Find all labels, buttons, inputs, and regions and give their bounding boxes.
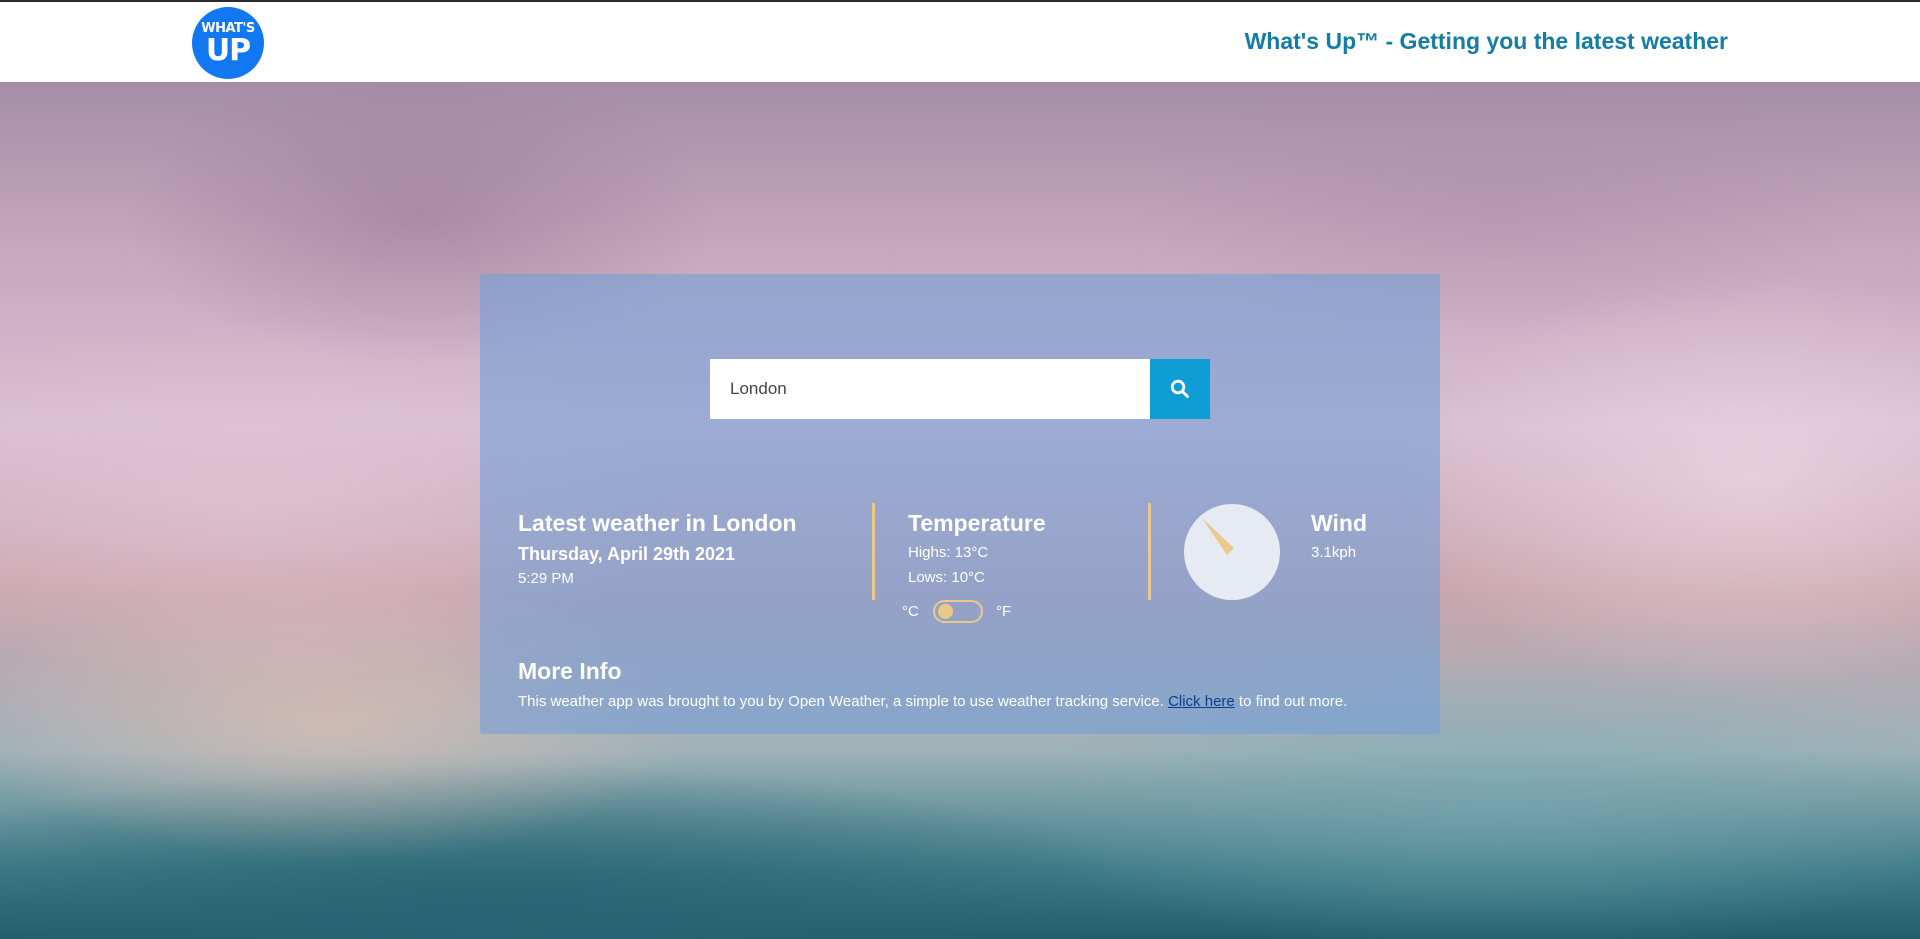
weather-panel: Latest weather in London Thursday, April…	[480, 274, 1440, 734]
compass-icon	[1184, 504, 1280, 600]
city-search-input[interactable]	[710, 359, 1150, 419]
temperature-lows: Lows: 10°C	[908, 569, 985, 586]
unit-toggle[interactable]	[933, 600, 983, 623]
more-info-text-after: to find out more.	[1234, 693, 1348, 710]
more-info-text: This weather app was brought to you by O…	[518, 693, 1418, 710]
celsius-label: °C	[902, 603, 919, 620]
more-info-section: More Info This weather app was brought t…	[518, 657, 1418, 710]
latest-weather-section: Latest weather in London Thursday, April…	[518, 509, 797, 587]
site-tagline: What's Up™ - Getting you the latest weat…	[1244, 28, 1728, 54]
section-divider	[872, 503, 875, 600]
wind-direction-arrow-icon	[1202, 518, 1234, 555]
toggle-knob	[938, 604, 953, 619]
wind-speed: 3.1kph	[1311, 544, 1357, 561]
weather-date: Thursday, April 29th 2021	[518, 544, 736, 564]
wind-title: Wind	[1311, 510, 1367, 536]
unit-switch: °C °F	[902, 600, 1032, 626]
whats-up-logo[interactable]: WHAT'S UP	[192, 7, 264, 79]
latest-weather-title: Latest weather in London	[518, 510, 797, 536]
temperature-title: Temperature	[908, 510, 1046, 536]
search-button[interactable]	[1150, 359, 1210, 419]
wind-section: Wind 3.1kph	[1311, 509, 1367, 562]
top-bar: WHAT'S UP What's Up™ - Getting you the l…	[0, 0, 1920, 82]
temperature-highs: Highs: 13°C	[908, 544, 989, 561]
more-info-title: More Info	[518, 658, 622, 684]
fahrenheit-label: °F	[996, 603, 1012, 620]
click-here-link[interactable]: Click here	[1168, 693, 1235, 710]
search-icon	[1170, 379, 1189, 398]
section-divider	[1148, 503, 1151, 600]
more-info-text-before: This weather app was brought to you by O…	[518, 693, 1169, 710]
logo-bottom-text: UP	[205, 33, 251, 68]
temperature-section: Temperature Highs: 13°C Lows: 10°C	[908, 509, 1046, 587]
weather-time: 5:29 PM	[518, 570, 574, 587]
search-bar	[710, 359, 1210, 419]
